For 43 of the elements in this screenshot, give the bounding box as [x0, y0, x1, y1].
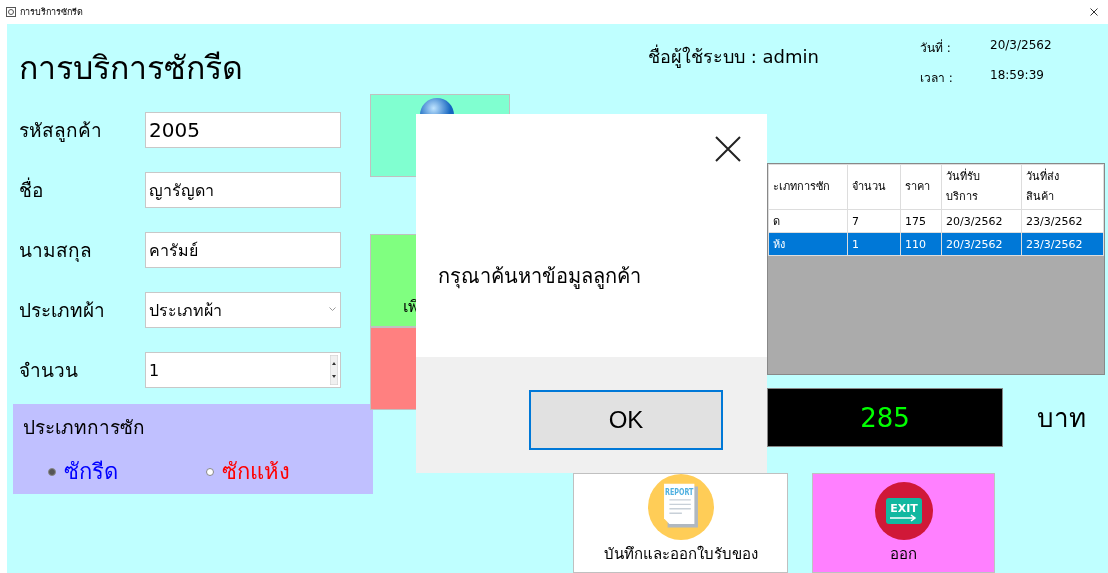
total-display: 285 [767, 388, 1003, 447]
field-label: จำนวน [19, 358, 79, 383]
option-label: ซักรีด [64, 458, 118, 486]
date-label: วันที่ : [920, 38, 952, 57]
field-label: นามสกุล [19, 238, 93, 264]
spinner-arrows-icon[interactable] [330, 355, 338, 385]
number-field[interactable]: 1 [145, 352, 341, 388]
ok-button[interactable]: OK [529, 390, 723, 450]
column-header[interactable]: ราคา [900, 164, 942, 210]
input-field[interactable]: 2005 [145, 112, 341, 148]
table-cell: ห้ง [768, 232, 848, 256]
radio-option[interactable]: ซักรีด [48, 454, 206, 489]
user-label: ชื่อผู้ใช้ระบบ : [648, 46, 757, 67]
table-cell: ด [768, 209, 848, 233]
group-title: ประเภทการซัก [23, 415, 146, 440]
column-header[interactable]: วันที่รับ บริการ [941, 164, 1022, 210]
column-header[interactable]: จำนวน [847, 164, 901, 210]
column-header[interactable]: ะเภทการซัก [768, 164, 848, 210]
app-icon [6, 7, 16, 17]
close-icon[interactable] [1090, 8, 1098, 16]
table-row[interactable]: ด 7 175 20/3/2562 23/3/2562 [768, 209, 1104, 233]
chevron-down-icon [329, 307, 336, 311]
exit-button[interactable]: EXIT ออก [812, 473, 995, 573]
input-field[interactable]: ญารัญดา [145, 172, 341, 208]
time-label: เวลา : [920, 70, 954, 87]
field-label: ชื่อ [19, 176, 44, 203]
date-value: 20/3/2562 [990, 38, 1052, 54]
table-row[interactable]: ห้ง 1 110 20/3/2562 23/3/2562 [768, 232, 1104, 256]
currency-label: บาท [1037, 402, 1086, 435]
input-field[interactable]: คารัมย์ [145, 232, 341, 268]
dropdown[interactable]: ประเภทผ้า [145, 292, 341, 328]
save-report-button[interactable]: REPORT บันทึกและออกใบรับของ [573, 473, 788, 573]
exit-sign-icon: EXIT [874, 482, 933, 540]
page-heading: การบริการซักรีด [19, 48, 244, 89]
field-label: รหัสลูกค้า [19, 118, 103, 144]
column-header[interactable]: วันที่ส่ง สินค้า [1021, 164, 1104, 210]
close-icon[interactable] [715, 136, 741, 162]
user-name: admin [762, 46, 819, 67]
window-title: การบริการซักรีด [20, 6, 83, 19]
time-value: 18:59:39 [990, 68, 1045, 84]
dialog-message: กรุณาค้นหาข้อมูลลูกค้า [438, 263, 641, 291]
field-label: ประเภทผ้า [19, 298, 106, 323]
option-label: ซักแห้ง [221, 458, 290, 486]
